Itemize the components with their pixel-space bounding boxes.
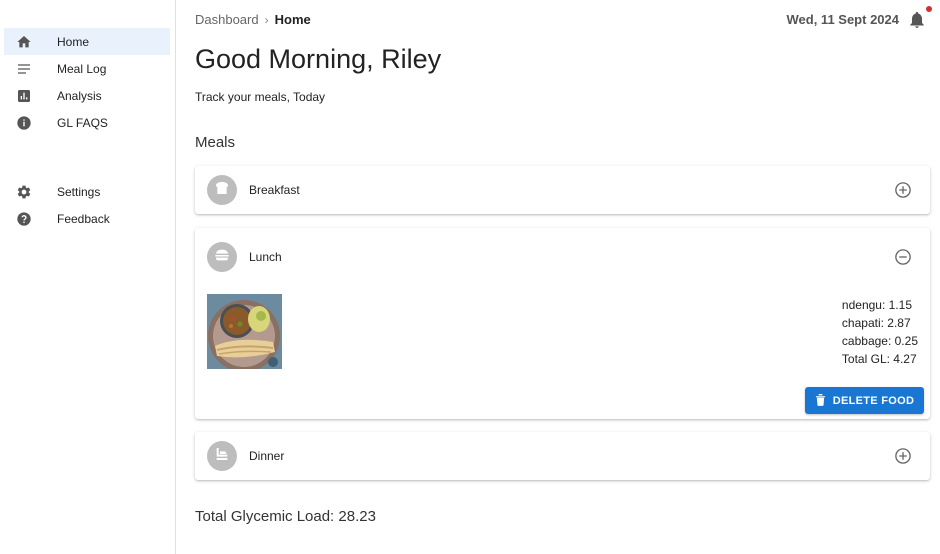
food-photo[interactable] bbox=[207, 294, 282, 369]
meal-card-lunch: Lunch ndengu: 1.15 chapati: 2.87 cabbage… bbox=[195, 228, 930, 419]
gl-item: chapati: 2.87 bbox=[841, 316, 911, 330]
glycemic-load-list: ndengu: 1.15 chapati: 2.87 cabbage: 0.25… bbox=[842, 296, 918, 368]
sidebar-item-feedback[interactable]: Feedback bbox=[4, 205, 170, 232]
trash-icon bbox=[815, 393, 826, 409]
sidebar-item-meal-log[interactable]: Meal Log bbox=[4, 55, 170, 82]
meal-name: Breakfast bbox=[249, 183, 300, 197]
gear-icon bbox=[16, 184, 32, 200]
help-icon bbox=[16, 211, 32, 227]
sidebar-item-settings[interactable]: Settings bbox=[4, 178, 170, 205]
list-icon bbox=[16, 61, 32, 77]
home-icon bbox=[16, 34, 32, 50]
sidebar-item-analysis[interactable]: Analysis bbox=[4, 82, 170, 109]
breadcrumb-current: Home bbox=[274, 12, 311, 27]
meal-card-breakfast: Breakfast bbox=[195, 166, 930, 214]
meal-name: Dinner bbox=[249, 449, 285, 463]
meals-section-title: Meals bbox=[195, 134, 236, 151]
delete-food-label: DELETE FOOD bbox=[832, 394, 915, 407]
meal-header-breakfast[interactable]: Breakfast bbox=[195, 166, 930, 214]
gl-total: Total GL: 4.27 bbox=[841, 352, 917, 366]
dinner-icon bbox=[214, 446, 230, 467]
avatar bbox=[207, 242, 237, 272]
add-circle-icon[interactable] bbox=[894, 181, 912, 199]
sidebar-primary-nav: Home Meal Log Analysis GL FAQS bbox=[0, 28, 176, 136]
sidebar-item-label: Meal Log bbox=[57, 61, 107, 76]
info-icon bbox=[16, 115, 32, 131]
delete-food-button[interactable]: DELETE FOOD bbox=[805, 387, 924, 414]
meal-header-dinner[interactable]: Dinner bbox=[195, 432, 930, 480]
meal-name: Lunch bbox=[249, 250, 282, 264]
current-date: Wed, 11 Sept 2024 bbox=[786, 12, 900, 27]
sidebar-item-label: Feedback bbox=[57, 211, 110, 226]
avatar bbox=[207, 175, 237, 205]
sidebar-item-label: Settings bbox=[57, 184, 101, 199]
gl-item: cabbage: 0.25 bbox=[841, 334, 918, 348]
chevron-right-icon: › bbox=[264, 12, 269, 27]
page-title: Good Morning, Riley bbox=[195, 44, 442, 74]
sidebar-item-label: GL FAQS bbox=[57, 115, 108, 130]
gl-item: ndengu: 1.15 bbox=[841, 298, 912, 312]
sidebar-item-gl-faqs[interactable]: GL FAQS bbox=[4, 109, 170, 136]
meal-card-dinner: Dinner bbox=[195, 432, 930, 480]
sidebar-item-home[interactable]: Home bbox=[4, 28, 170, 55]
chart-icon bbox=[16, 88, 32, 104]
burger-icon bbox=[214, 247, 230, 268]
avatar bbox=[207, 441, 237, 471]
sidebar-secondary-nav: Settings Feedback bbox=[0, 178, 176, 232]
page-subtitle: Track your meals, Today bbox=[195, 90, 326, 104]
breadcrumb: Dashboard › Home bbox=[195, 12, 311, 27]
breadcrumb-dashboard-link[interactable]: Dashboard bbox=[195, 12, 259, 27]
sidebar-item-label: Home bbox=[57, 34, 90, 49]
bell-icon[interactable] bbox=[909, 11, 925, 29]
remove-circle-icon[interactable] bbox=[894, 248, 912, 266]
add-circle-icon[interactable] bbox=[894, 447, 912, 465]
notification-badge bbox=[926, 6, 932, 12]
sidebar: Home Meal Log Analysis GL FAQS Settings … bbox=[0, 0, 176, 554]
bread-icon bbox=[214, 180, 230, 201]
meal-header-lunch[interactable]: Lunch bbox=[195, 233, 930, 281]
sidebar-item-label: Analysis bbox=[57, 88, 102, 103]
total-glycemic-load: Total Glycemic Load: 28.23 bbox=[195, 508, 376, 525]
